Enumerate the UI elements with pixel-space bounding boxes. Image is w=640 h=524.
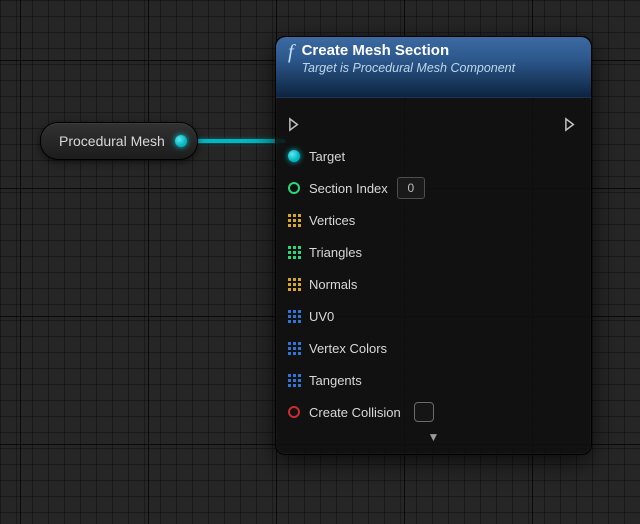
node-body: Target Section Index 0 Vertices <box>276 98 591 454</box>
pin-row-section-index: Section Index 0 <box>288 172 579 204</box>
exec-out-pin[interactable] <box>564 117 579 132</box>
expand-pins-button[interactable]: ▼ <box>288 428 579 450</box>
input-pin-create-collision[interactable] <box>288 406 300 418</box>
input-pin-vertex-colors[interactable] <box>288 342 300 354</box>
node-create-mesh-section[interactable]: f Create Mesh Section Target is Procedur… <box>275 36 592 455</box>
input-pin-target[interactable] <box>288 150 300 162</box>
pin-label-vertices: Vertices <box>309 213 355 228</box>
pin-label-tangents: Tangents <box>309 373 362 388</box>
variable-node-label: Procedural Mesh <box>59 133 165 149</box>
node-header[interactable]: f Create Mesh Section Target is Procedur… <box>276 37 591 98</box>
pin-label-create-collision: Create Collision <box>309 405 401 420</box>
checkbox-create-collision[interactable] <box>414 402 434 422</box>
pin-row-exec <box>288 108 579 140</box>
node-title: Create Mesh Section <box>302 42 516 59</box>
input-pin-normals[interactable] <box>288 278 300 290</box>
node-subtitle: Target is Procedural Mesh Component <box>302 61 516 75</box>
pin-row-create-collision: Create Collision <box>288 396 579 428</box>
input-pin-vertices[interactable] <box>288 214 300 226</box>
pin-row-vertex-colors: Vertex Colors <box>288 332 579 364</box>
function-icon: f <box>288 42 294 62</box>
pin-label-triangles: Triangles <box>309 245 362 260</box>
input-pin-uv0[interactable] <box>288 310 300 322</box>
exec-in-pin[interactable] <box>288 117 303 132</box>
variable-node-procedural-mesh[interactable]: Procedural Mesh <box>40 122 198 160</box>
pin-label-normals: Normals <box>309 277 357 292</box>
pin-row-uv0: UV0 <box>288 300 579 332</box>
pin-row-triangles: Triangles <box>288 236 579 268</box>
pin-label-vertex-colors: Vertex Colors <box>309 341 387 356</box>
pin-row-target: Target <box>288 140 579 172</box>
wire-procedural-mesh-to-target <box>190 139 285 143</box>
pin-row-vertices: Vertices <box>288 204 579 236</box>
pin-row-normals: Normals <box>288 268 579 300</box>
input-pin-tangents[interactable] <box>288 374 300 386</box>
pin-label-section-index: Section Index <box>309 181 388 196</box>
pin-label-target: Target <box>309 149 345 164</box>
input-pin-triangles[interactable] <box>288 246 300 258</box>
input-value-section-index[interactable]: 0 <box>397 177 425 199</box>
pin-label-uv0: UV0 <box>309 309 334 324</box>
input-pin-section-index[interactable] <box>288 182 300 194</box>
pin-row-tangents: Tangents <box>288 364 579 396</box>
output-pin-procedural-mesh[interactable] <box>175 135 187 147</box>
